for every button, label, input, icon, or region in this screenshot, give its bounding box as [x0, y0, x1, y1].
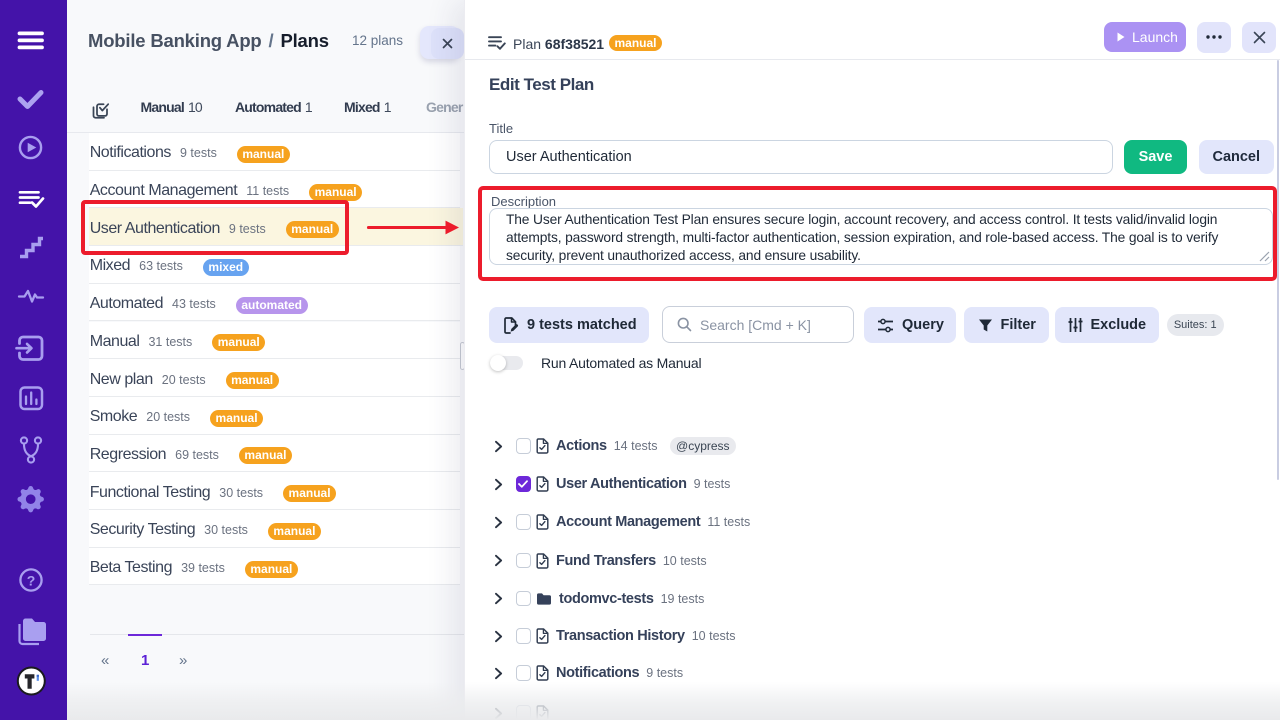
svg-text:?: ?	[27, 573, 36, 589]
